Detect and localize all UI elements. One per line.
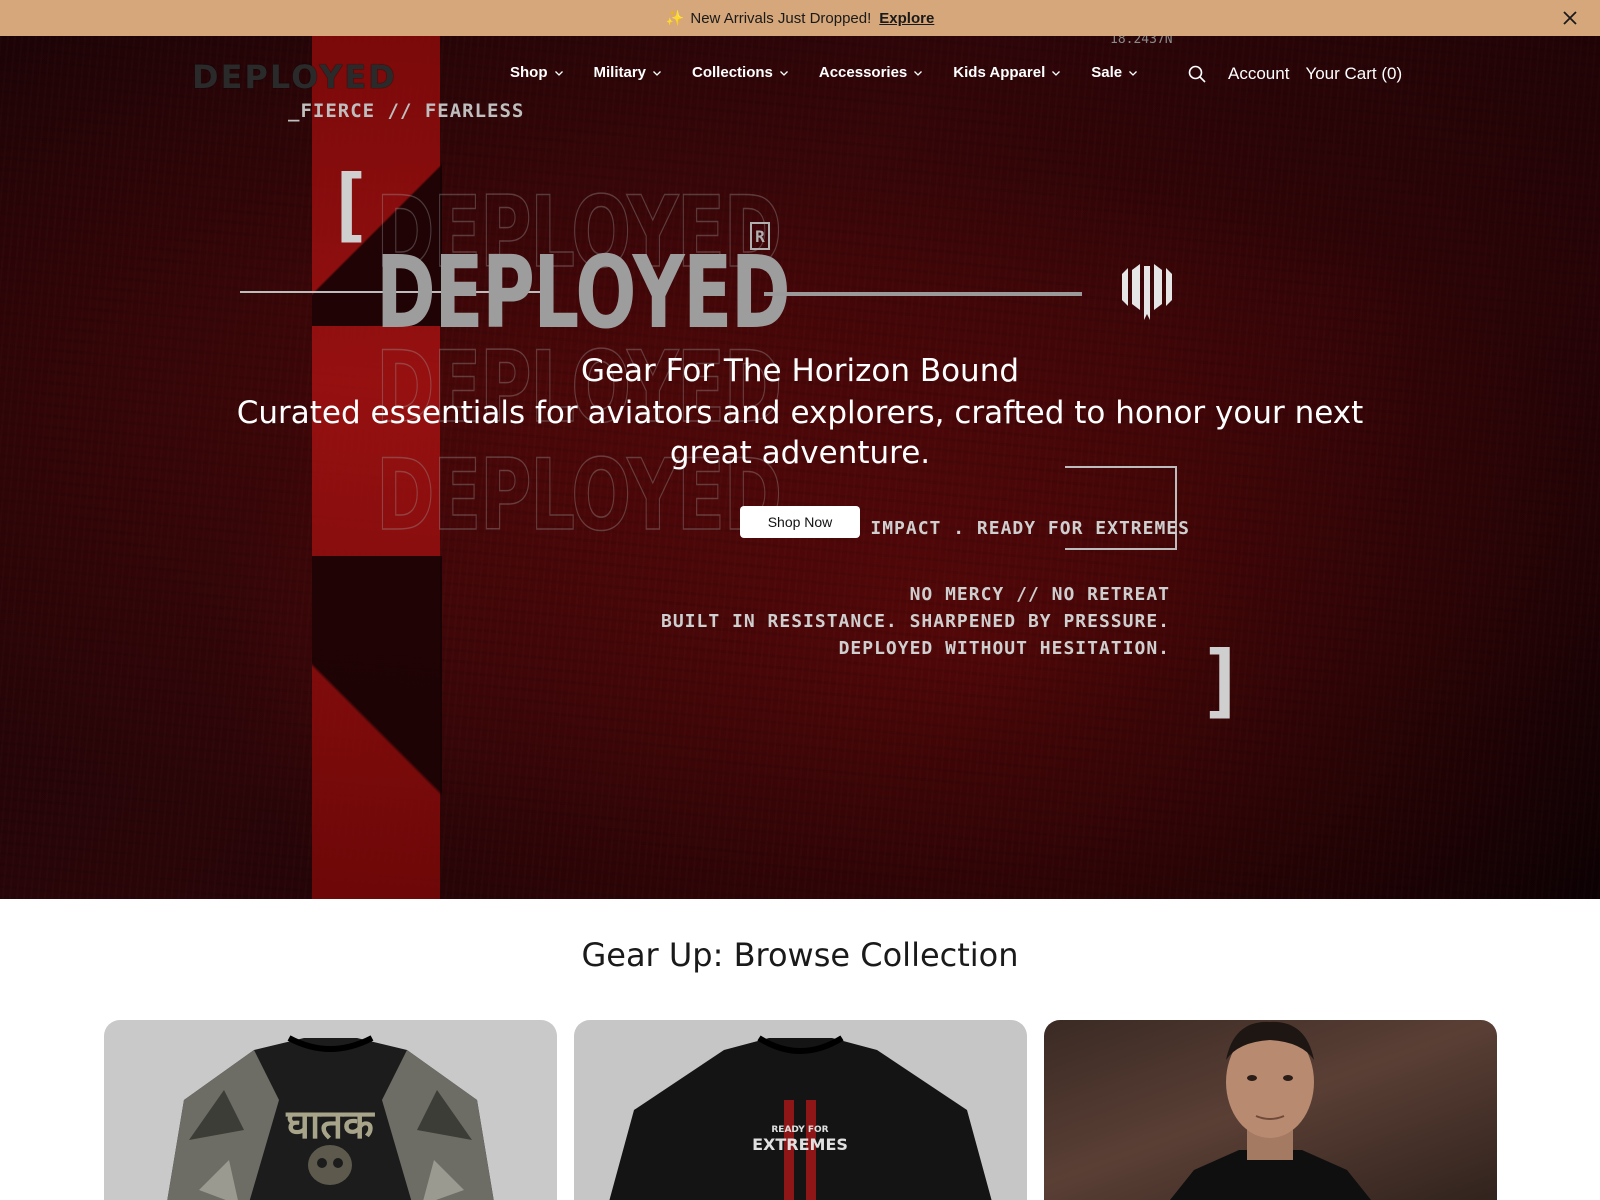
bracket-close: ] xyxy=(1198,634,1247,727)
nav-accessories[interactable]: Accessories xyxy=(819,64,923,81)
search-button[interactable] xyxy=(1186,63,1208,85)
hero-banner: DEPLOYED _FIERCE // FEARLESS 18.2437N Sh… xyxy=(0,36,1600,899)
nav-military[interactable]: Military xyxy=(594,64,663,81)
collection-card[interactable] xyxy=(1044,1020,1497,1200)
nav-label: Accessories xyxy=(818,64,908,81)
nav-label: Collections xyxy=(692,64,773,81)
nav-sale[interactable]: Sale xyxy=(1091,64,1138,81)
bracket-open: [ xyxy=(325,158,374,251)
account-link[interactable]: Account xyxy=(1228,64,1289,84)
close-announcement-button[interactable] xyxy=(1560,8,1580,28)
shop-now-button[interactable]: Shop Now xyxy=(740,506,860,538)
nav-label: Kids Apparel xyxy=(953,64,1046,81)
nav-kids-apparel[interactable]: Kids Apparel xyxy=(953,64,1061,81)
announcement-bar: ✨ New Arrivals Just Dropped! Explore xyxy=(0,0,1600,36)
collection-title: Gear Up: Browse Collection xyxy=(581,936,1019,974)
manifesto-line: DEPLOYED WITHOUT HESITATION. xyxy=(838,638,1170,659)
hero-rule-right xyxy=(764,292,1082,296)
chevron-down-icon xyxy=(779,70,788,76)
cart-link[interactable]: Your Cart (0) xyxy=(1305,64,1402,84)
brand-emblem-icon xyxy=(1122,264,1172,320)
hero-wedge-bottom xyxy=(312,556,442,899)
chevron-down-icon xyxy=(1052,70,1061,76)
extremes-tshirt-image: READY FOR EXTREMES xyxy=(609,1035,992,1200)
chevron-down-icon xyxy=(653,70,661,76)
camo-tshirt-image: घातक xyxy=(167,1035,494,1200)
chevron-down-icon xyxy=(914,70,923,76)
collection-grid: घातक READY FOR EXTREMES xyxy=(104,1020,1497,1200)
close-icon xyxy=(1563,11,1577,25)
explore-link[interactable]: Explore xyxy=(879,10,934,27)
card-graphic-text: EXTREMES xyxy=(752,1135,848,1154)
hero-title: Gear For The Horizon Bound xyxy=(580,353,1020,389)
announcement-text: New Arrivals Just Dropped! xyxy=(690,9,872,27)
manifesto-line: BUILT IN RESISTANCE. SHARPENED BY PRESSU… xyxy=(661,611,1170,632)
search-icon xyxy=(1188,65,1206,83)
manifesto-line: NO MERCY // NO RETREAT xyxy=(909,584,1170,605)
chevron-down-icon xyxy=(554,70,563,76)
nav-label: Military xyxy=(593,64,647,81)
chevron-down-icon xyxy=(1129,70,1138,76)
logo-tagline: _FIERCE // FEARLESS xyxy=(288,100,525,122)
card-graphic-text: घातक xyxy=(285,1102,375,1148)
coordinate-text: 18.2437N xyxy=(1110,36,1173,47)
site-logo[interactable]: DEPLOYED xyxy=(192,58,397,96)
header-actions: Account Your Cart (0) xyxy=(1186,63,1402,85)
model-portrait-image xyxy=(1170,1021,1371,1200)
brand-word: DEPLOYED xyxy=(376,234,791,351)
nav-shop[interactable]: Shop xyxy=(510,64,564,81)
collection-card[interactable]: घातक xyxy=(104,1020,557,1200)
card-graphic-text: READY FOR xyxy=(771,1125,828,1135)
registered-mark: R xyxy=(750,222,770,250)
sparkle-icon: ✨ xyxy=(665,10,685,27)
nav-label: Sale xyxy=(1091,64,1123,81)
collection-card[interactable]: READY FOR EXTREMES xyxy=(574,1020,1027,1200)
nav-label: Shop xyxy=(510,64,548,81)
main-nav: Shop Military Collections Accessories Ki… xyxy=(510,64,1138,81)
hero-subtitle: Curated essentials for aviators and expl… xyxy=(236,395,1364,471)
nav-collections[interactable]: Collections xyxy=(692,64,789,81)
